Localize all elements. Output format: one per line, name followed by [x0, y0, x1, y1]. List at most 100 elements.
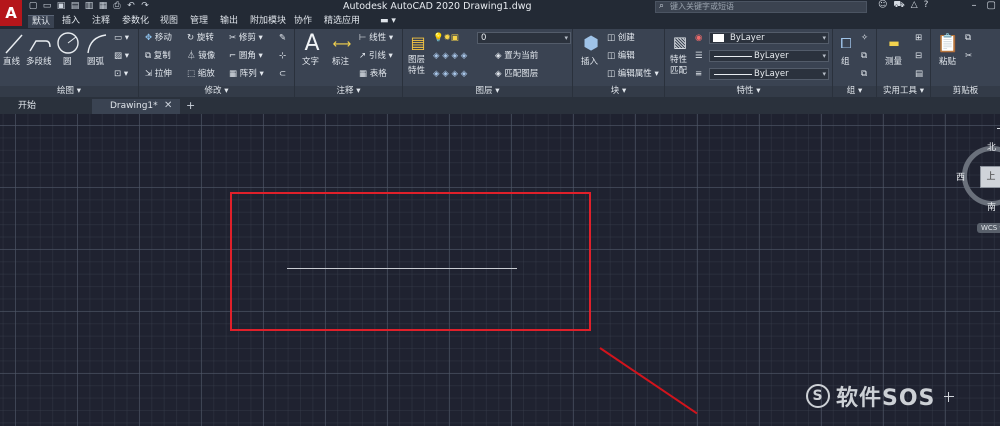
- mirror-button[interactable]: ⏃ 镜像: [187, 51, 215, 62]
- layer-select[interactable]: 0: [477, 32, 571, 44]
- panel-groups-title[interactable]: 组 ▾: [833, 86, 876, 97]
- layer-tools-row1-icons[interactable]: ◈ ◈ ◈ ◈: [433, 51, 467, 62]
- color-wheel-icon[interactable]: ◉: [695, 33, 702, 44]
- maximize-icon[interactable]: ▢: [987, 0, 996, 11]
- utility-tool-2-icon[interactable]: ⊟: [915, 51, 922, 62]
- insert-button[interactable]: 插入: [581, 57, 598, 68]
- copy-clip-icon[interactable]: ⧉: [965, 33, 971, 44]
- line-button[interactable]: 直线: [3, 57, 20, 68]
- table-button[interactable]: ▦ 表格: [359, 69, 387, 80]
- layer-properties-button[interactable]: 图层 特性: [408, 55, 425, 77]
- line-icon[interactable]: [4, 33, 24, 55]
- tab-view[interactable]: 视图: [156, 15, 182, 28]
- autocad-logo-icon[interactable]: A: [0, 0, 22, 26]
- erase-icon[interactable]: ✎: [279, 33, 286, 44]
- tab-output[interactable]: 输出: [216, 15, 242, 28]
- a360-icon[interactable]: △: [911, 0, 918, 11]
- create-block-button[interactable]: ◫ 创建: [607, 33, 635, 44]
- polyline-icon[interactable]: [28, 33, 52, 55]
- panel-clipboard-title[interactable]: 剪贴板: [931, 86, 1000, 97]
- copy-button[interactable]: ⧉ 复制: [145, 51, 171, 62]
- paste-button[interactable]: 粘贴: [939, 57, 956, 68]
- publish-icon[interactable]: ▦: [98, 1, 108, 11]
- viewcube-north[interactable]: 北: [987, 140, 996, 153]
- undo-icon[interactable]: ↶: [126, 1, 136, 11]
- match-properties-button[interactable]: 特性 匹配: [670, 55, 687, 77]
- move-button[interactable]: ✥ 移动: [145, 33, 172, 44]
- group-button[interactable]: 组: [841, 57, 850, 68]
- lineweight-select[interactable]: ByLayer: [709, 68, 829, 80]
- linear-button[interactable]: ⊢ 线性 ▾: [359, 33, 393, 44]
- layer-state-icons[interactable]: 💡✹▣: [433, 33, 459, 44]
- panel-utilities-title[interactable]: 实用工具 ▾: [877, 86, 930, 97]
- tab-overflow-icon[interactable]: ▬ ▾: [376, 15, 400, 28]
- viewcube-south[interactable]: 南: [987, 200, 996, 213]
- paste-icon[interactable]: 📋: [937, 31, 959, 55]
- dimension-button[interactable]: 标注: [332, 57, 349, 68]
- measure-button[interactable]: 测量: [885, 57, 902, 68]
- utility-tool-1-icon[interactable]: ⊞: [915, 33, 922, 44]
- cut-icon[interactable]: ✂: [965, 51, 972, 62]
- tab-start[interactable]: 开始: [0, 99, 92, 114]
- panel-draw-title[interactable]: 绘图 ▾: [0, 86, 138, 97]
- offset-icon[interactable]: ⊂: [279, 69, 286, 80]
- help-icon[interactable]: ?: [924, 0, 929, 11]
- save-as-icon[interactable]: ▤: [70, 1, 80, 11]
- minimize-icon[interactable]: –: [972, 0, 977, 11]
- boundary-icon[interactable]: ⊡ ▾: [114, 69, 128, 80]
- dimension-icon[interactable]: ⟷: [331, 33, 353, 55]
- text-button[interactable]: 文字: [302, 57, 319, 68]
- group-tool-1-icon[interactable]: ✧: [861, 33, 868, 44]
- circle-icon[interactable]: [56, 31, 80, 55]
- linetype-icon[interactable]: ☰: [695, 51, 703, 62]
- explode-icon[interactable]: ⊹: [279, 51, 286, 62]
- group-icon[interactable]: ⧠: [837, 33, 855, 55]
- edit-attributes-button[interactable]: ◫ 编辑属性 ▾: [607, 69, 659, 80]
- polyline-button[interactable]: 多段线: [26, 57, 52, 68]
- hatch-icon[interactable]: ▨ ▾: [114, 51, 129, 62]
- text-icon[interactable]: A: [301, 31, 323, 56]
- insert-block-icon[interactable]: ⬢: [579, 31, 603, 55]
- stretch-button[interactable]: ⇲ 拉伸: [145, 69, 172, 80]
- viewcube[interactable]: 上 北 西 南: [956, 140, 1000, 220]
- viewcube-top-face[interactable]: 上: [980, 166, 1000, 188]
- add-tab-icon[interactable]: +: [186, 99, 195, 112]
- tab-featured-apps[interactable]: 精选应用: [320, 15, 364, 28]
- tab-collaborate[interactable]: 协作: [290, 15, 316, 28]
- panel-layers-title[interactable]: 图层 ▾: [403, 86, 572, 97]
- search-input[interactable]: 键入关键字或短语: [655, 1, 867, 13]
- rectangle-icon[interactable]: ▭ ▾: [114, 33, 129, 44]
- tab-parametric[interactable]: 参数化: [118, 15, 153, 28]
- group-tool-2-icon[interactable]: ⧉: [861, 51, 867, 62]
- panel-block-title[interactable]: 块 ▾: [573, 86, 664, 97]
- tab-default[interactable]: 默认: [28, 15, 55, 28]
- match-layer-button[interactable]: ◈ 匹配图层: [495, 69, 538, 80]
- scale-button[interactable]: ⬚ 缩放: [187, 69, 215, 80]
- web-save-icon[interactable]: ▥: [84, 1, 94, 11]
- fillet-button[interactable]: ⌐ 圆角 ▾: [229, 51, 263, 62]
- save-icon[interactable]: ▣: [56, 1, 66, 11]
- close-tab-icon[interactable]: ✕: [164, 99, 172, 112]
- measure-icon[interactable]: ▬: [883, 33, 905, 53]
- open-file-icon[interactable]: ▭: [42, 1, 52, 11]
- arc-icon[interactable]: [86, 33, 108, 55]
- redo-icon[interactable]: ↷: [140, 1, 150, 11]
- layer-properties-icon[interactable]: ▤: [407, 31, 429, 53]
- new-file-icon[interactable]: ▢: [28, 1, 38, 11]
- color-select[interactable]: ByLayer: [709, 32, 829, 44]
- viewcube-west[interactable]: 西: [956, 170, 965, 183]
- edit-block-button[interactable]: ◫ 编辑: [607, 51, 635, 62]
- user-icon[interactable]: ☺: [878, 0, 887, 11]
- tab-addins[interactable]: 附加模块: [246, 15, 290, 28]
- cart-icon[interactable]: ⛟: [893, 0, 904, 11]
- layer-tools-row2-icons[interactable]: ◈ ◈ ◈ ◈: [433, 69, 467, 80]
- linetype-select[interactable]: ByLayer: [709, 50, 829, 62]
- trim-button[interactable]: ✂ 修剪 ▾: [229, 33, 263, 44]
- make-current-button[interactable]: ◈ 置为当前: [495, 51, 538, 62]
- panel-modify-title[interactable]: 修改 ▾: [139, 86, 294, 97]
- print-icon[interactable]: ⎙: [112, 1, 122, 11]
- lineweight-icon[interactable]: ≡: [695, 69, 702, 80]
- panel-annotation-title[interactable]: 注释 ▾: [295, 86, 402, 97]
- utility-tool-3-icon[interactable]: ▤: [915, 69, 923, 80]
- circle-button[interactable]: 圆: [63, 57, 72, 68]
